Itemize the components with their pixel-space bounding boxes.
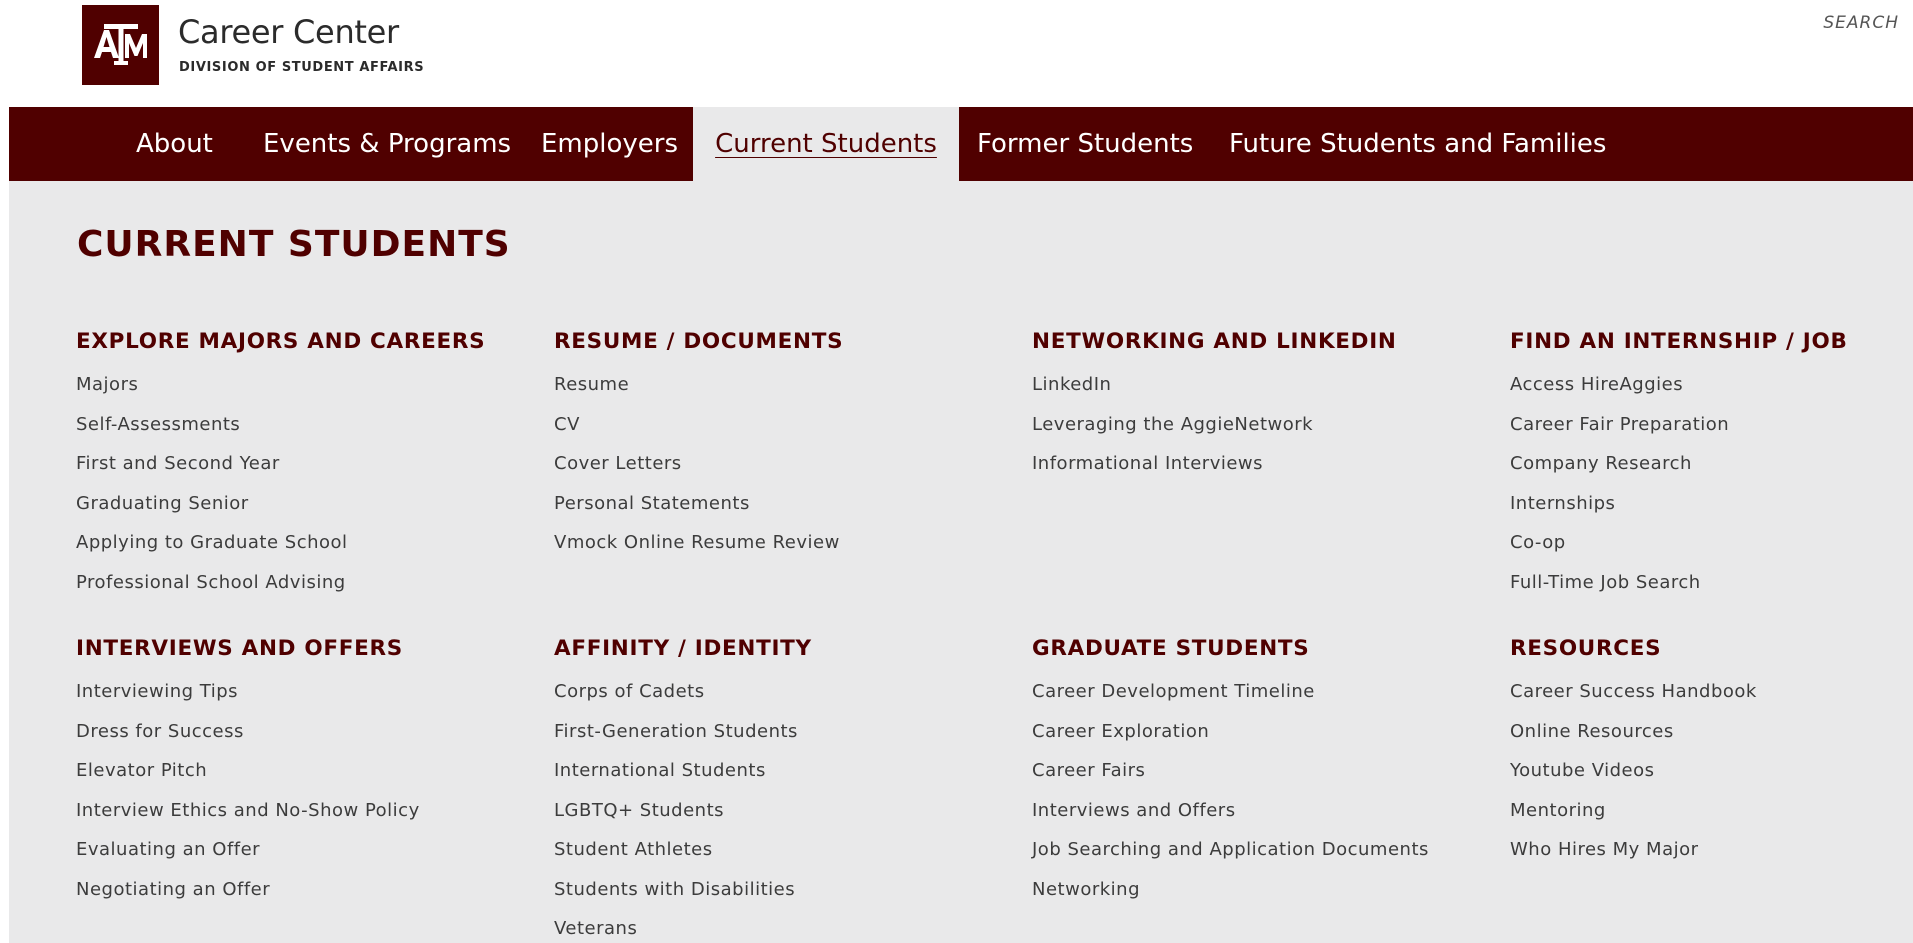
section-affinity-identity: AFFINITY / IDENTITY Corps of Cadets Firs…: [554, 632, 1024, 943]
list-item[interactable]: Vmock Online Resume Review: [554, 523, 1024, 563]
nav-item-current-students[interactable]: Current Students: [693, 107, 959, 181]
list-item[interactable]: LGBTQ+ Students: [554, 791, 1024, 831]
list-item[interactable]: International Students: [554, 751, 1024, 791]
search-link[interactable]: SEARCH: [1823, 13, 1899, 33]
list-item[interactable]: Resume: [554, 365, 1024, 405]
list-item[interactable]: Leveraging the AggieNetwork: [1032, 405, 1502, 445]
list-item[interactable]: Online Resources: [1510, 712, 1910, 752]
list-item[interactable]: Youtube Videos: [1510, 751, 1910, 791]
nav-item-former-students[interactable]: Former Students: [977, 107, 1193, 181]
list-item[interactable]: Majors: [76, 365, 546, 405]
list-item[interactable]: Graduating Senior: [76, 484, 546, 524]
main-nav: About Events & Programs Employers Curren…: [9, 107, 1913, 181]
list-item[interactable]: Internships: [1510, 484, 1910, 524]
list-item[interactable]: Access HireAggies: [1510, 365, 1910, 405]
list-item[interactable]: Interview Ethics and No-Show Policy: [76, 791, 546, 831]
atm-logo-icon: [93, 24, 147, 65]
list-item[interactable]: Job Searching and Application Documents: [1032, 830, 1502, 870]
list-item[interactable]: Dress for Success: [76, 712, 546, 752]
list-item[interactable]: Elevator Pitch: [76, 751, 546, 791]
list-item[interactable]: Career Fairs: [1032, 751, 1502, 791]
site-title[interactable]: Career Center: [178, 13, 399, 51]
section-networking-linkedin: NETWORKING AND LINKEDIN LinkedIn Leverag…: [1032, 325, 1502, 484]
link-list: Interviewing Tips Dress for Success Elev…: [76, 672, 546, 909]
list-item[interactable]: Informational Interviews: [1032, 444, 1502, 484]
list-item[interactable]: Mentoring: [1510, 791, 1910, 831]
link-list: Resume CV Cover Letters Personal Stateme…: [554, 365, 1024, 563]
list-item[interactable]: Interviews and Offers: [1032, 791, 1502, 831]
section-heading: RESOURCES: [1510, 636, 1662, 661]
mega-menu-panel: CURRENT STUDENTS EXPLORE MAJORS AND CARE…: [9, 181, 1913, 943]
list-item[interactable]: Career Fair Preparation: [1510, 405, 1910, 445]
tamu-logo[interactable]: [82, 5, 159, 85]
link-list: Career Development Timeline Career Explo…: [1032, 672, 1502, 909]
list-item[interactable]: Corps of Cadets: [554, 672, 1024, 712]
list-item[interactable]: CV: [554, 405, 1024, 445]
section-heading: RESUME / DOCUMENTS: [554, 329, 844, 354]
section-heading: NETWORKING AND LINKEDIN: [1032, 329, 1397, 354]
list-item[interactable]: Applying to Graduate School: [76, 523, 546, 563]
section-heading: INTERVIEWS AND OFFERS: [76, 636, 403, 661]
list-item[interactable]: Full-Time Job Search: [1510, 563, 1910, 603]
link-list: LinkedIn Leveraging the AggieNetwork Inf…: [1032, 365, 1502, 484]
list-item[interactable]: First and Second Year: [76, 444, 546, 484]
list-item[interactable]: Company Research: [1510, 444, 1910, 484]
section-resources: RESOURCES Career Success Handbook Online…: [1510, 632, 1910, 870]
list-item[interactable]: Self-Assessments: [76, 405, 546, 445]
list-item[interactable]: Networking: [1032, 870, 1502, 910]
section-heading: FIND AN INTERNSHIP / JOB: [1510, 329, 1848, 354]
link-list: Career Success Handbook Online Resources…: [1510, 672, 1910, 870]
section-heading: GRADUATE STUDENTS: [1032, 636, 1310, 661]
list-item[interactable]: Negotiating an Offer: [76, 870, 546, 910]
list-item[interactable]: Professional School Advising: [76, 563, 546, 603]
link-list: Majors Self-Assessments First and Second…: [76, 365, 546, 602]
list-item[interactable]: Career Exploration: [1032, 712, 1502, 752]
list-item[interactable]: Career Success Handbook: [1510, 672, 1910, 712]
section-heading: AFFINITY / IDENTITY: [554, 636, 812, 661]
section-resume-documents: RESUME / DOCUMENTS Resume CV Cover Lette…: [554, 325, 1024, 563]
list-item[interactable]: Evaluating an Offer: [76, 830, 546, 870]
list-item[interactable]: Personal Statements: [554, 484, 1024, 524]
link-list: Access HireAggies Career Fair Preparatio…: [1510, 365, 1910, 602]
list-item[interactable]: First-Generation Students: [554, 712, 1024, 752]
nav-item-events-programs[interactable]: Events & Programs: [263, 107, 511, 181]
list-item[interactable]: Who Hires My Major: [1510, 830, 1910, 870]
section-explore-majors: EXPLORE MAJORS AND CAREERS Majors Self-A…: [76, 325, 546, 602]
list-item[interactable]: Interviewing Tips: [76, 672, 546, 712]
site-subtitle: DIVISION OF STUDENT AFFAIRS: [179, 60, 425, 75]
page-title: CURRENT STUDENTS: [77, 224, 511, 265]
section-graduate-students: GRADUATE STUDENTS Career Development Tim…: [1032, 632, 1502, 909]
list-item[interactable]: Student Athletes: [554, 830, 1024, 870]
site-header: Career Center DIVISION OF STUDENT AFFAIR…: [0, 0, 1913, 107]
list-item[interactable]: Cover Letters: [554, 444, 1024, 484]
section-heading: EXPLORE MAJORS AND CAREERS: [76, 329, 486, 354]
nav-item-future-students[interactable]: Future Students and Families: [1229, 107, 1606, 181]
page: Career Center DIVISION OF STUDENT AFFAIR…: [0, 0, 1913, 943]
list-item[interactable]: Career Development Timeline: [1032, 672, 1502, 712]
link-list: Corps of Cadets First-Generation Student…: [554, 672, 1024, 943]
list-item[interactable]: LinkedIn: [1032, 365, 1502, 405]
list-item[interactable]: Co-op: [1510, 523, 1910, 563]
nav-item-employers[interactable]: Employers: [541, 107, 678, 181]
section-interviews-offers: INTERVIEWS AND OFFERS Interviewing Tips …: [76, 632, 546, 909]
section-find-internship-job: FIND AN INTERNSHIP / JOB Access HireAggi…: [1510, 325, 1910, 602]
list-item[interactable]: Students with Disabilities: [554, 870, 1024, 910]
nav-item-about[interactable]: About: [136, 107, 213, 181]
list-item[interactable]: Veterans: [554, 909, 1024, 943]
